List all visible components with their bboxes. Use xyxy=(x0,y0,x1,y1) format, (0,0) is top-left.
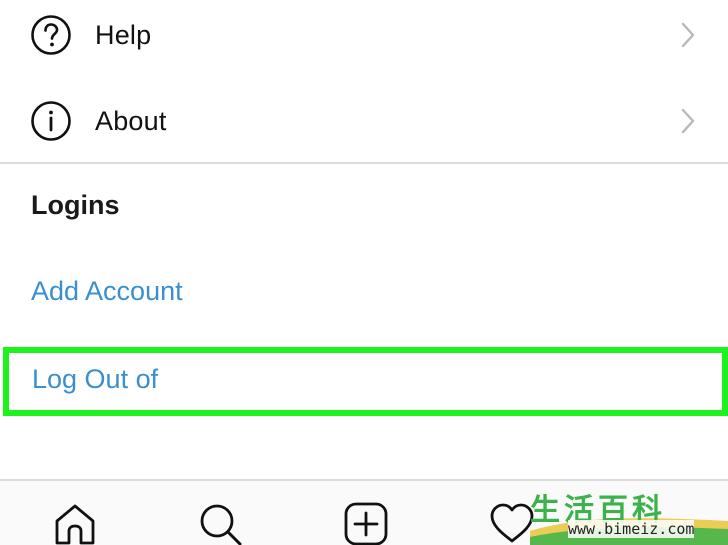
search-icon[interactable] xyxy=(197,501,243,545)
section-divider xyxy=(0,162,728,164)
help-label: Help xyxy=(95,19,152,50)
watermark: 生活百科 www.bimeiz.com xyxy=(530,485,728,545)
logins-heading: Logins xyxy=(31,190,120,220)
about-label: About xyxy=(95,105,167,136)
log-out-row[interactable]: Log Out of xyxy=(3,347,728,416)
info-circle-icon xyxy=(31,101,71,141)
log-out-link[interactable]: Log Out of xyxy=(32,364,158,395)
add-account-link[interactable]: Add Account xyxy=(31,276,183,307)
chevron-right-icon xyxy=(681,22,695,48)
question-circle-icon xyxy=(31,15,71,55)
heart-icon[interactable] xyxy=(489,501,535,545)
settings-screen: Help About Logins Add Account Log Out of xyxy=(0,0,728,545)
about-row[interactable]: About xyxy=(0,82,728,160)
add-post-icon[interactable] xyxy=(343,501,389,545)
home-icon[interactable] xyxy=(52,501,98,545)
help-row[interactable]: Help xyxy=(0,0,728,74)
chevron-right-icon xyxy=(681,108,695,134)
watermark-url: www.bimeiz.com xyxy=(568,520,695,538)
